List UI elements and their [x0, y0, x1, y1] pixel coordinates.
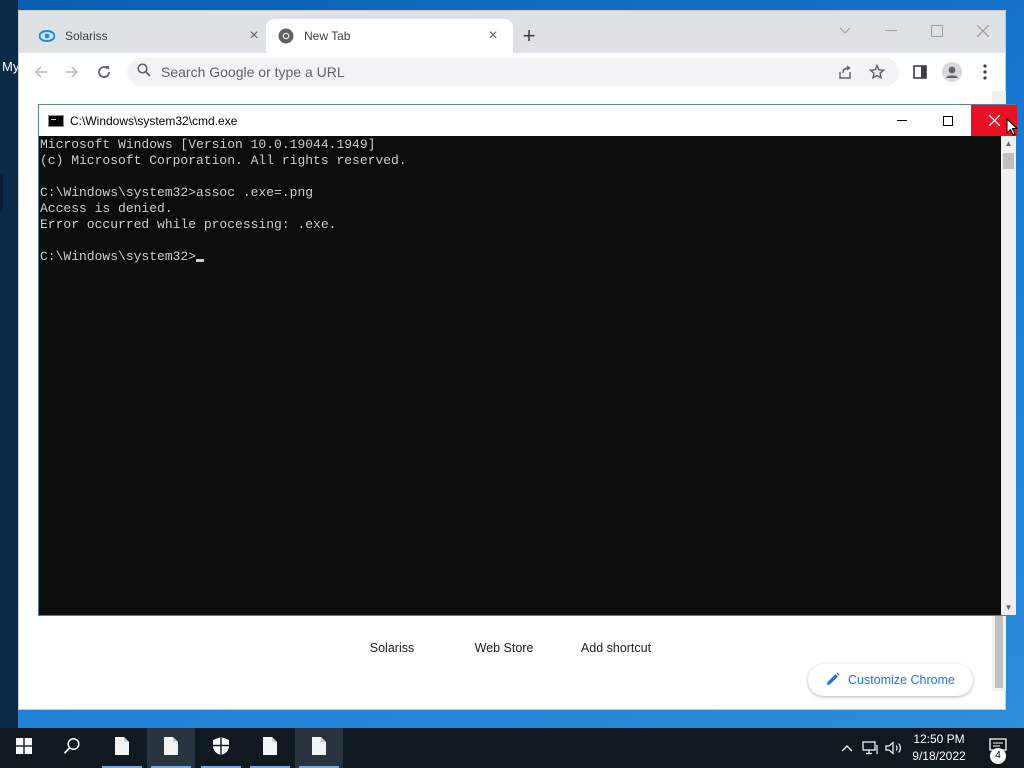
console-line: ​ [40, 233, 1001, 249]
console-prompt-line[interactable]: C:\Windows\system32> [40, 249, 1001, 265]
cmd-maximize-button[interactable] [925, 105, 971, 136]
forward-arrow-icon[interactable] [60, 60, 84, 84]
solariss-logo-icon [39, 28, 55, 44]
omnibox [127, 58, 899, 86]
taskbar-windows-security[interactable] [197, 728, 245, 768]
share-icon[interactable] [835, 62, 855, 82]
mouse-pointer-icon [1006, 117, 1019, 141]
taskbar-app-5[interactable] [295, 728, 343, 768]
taskbar-app-2[interactable] [147, 728, 195, 768]
back-arrow-icon[interactable] [29, 60, 53, 84]
tab-title: New Tab [304, 29, 351, 43]
windows-logo-icon [16, 737, 32, 759]
shortcut-add[interactable]: Add shortcut [571, 641, 661, 655]
document-icon [114, 736, 130, 761]
close-tab-icon[interactable]: × [246, 28, 262, 44]
document-icon [262, 736, 278, 761]
console-line: Access is denied. [40, 201, 173, 216]
bookmark-star-icon[interactable] [867, 62, 887, 82]
maximize-icon[interactable] [923, 17, 951, 45]
profile-avatar-icon[interactable] [940, 60, 964, 84]
console-line: Microsoft Windows [Version 10.0.19044.19… [40, 137, 376, 152]
tab-solariss[interactable]: Solariss × [27, 19, 274, 53]
desktop-selection-indicator [0, 174, 3, 212]
close-tab-icon[interactable]: × [485, 28, 501, 44]
clock-time: 12:50 PM [913, 732, 965, 746]
document-icon [311, 736, 327, 761]
taskbar-app-4[interactable] [246, 728, 294, 768]
taskbar-app-1[interactable] [98, 728, 146, 768]
console-line: (c) Microsoft Corporation. All rights re… [40, 153, 407, 168]
cmd-scrollbar[interactable] [1001, 136, 1016, 615]
cmd-window-title: C:\Windows\system32\cmd.exe [70, 113, 238, 128]
new-tab-button[interactable]: + [517, 25, 541, 49]
pencil-icon [826, 671, 840, 689]
close-window-icon[interactable] [969, 17, 997, 45]
tab-strip: Solariss × New Tab × + [19, 11, 1005, 53]
notification-count-badge: 4 [990, 748, 1006, 764]
text-cursor [196, 259, 205, 262]
tab-new-tab[interactable]: New Tab × [266, 19, 513, 53]
omnibox-input[interactable] [161, 64, 835, 80]
console-line: ​ [40, 169, 1001, 185]
shortcut-web-store[interactable]: Web Store [469, 641, 539, 655]
console-line: C:\Windows\system32>assoc .exe=.png [40, 185, 314, 200]
search-icon [137, 62, 151, 82]
chrome-logo-icon [278, 28, 294, 44]
document-icon [163, 736, 179, 761]
customize-chrome-label: Customize Chrome [848, 673, 955, 687]
minimize-icon[interactable] [877, 17, 905, 45]
shortcut-solariss[interactable]: Solariss [357, 641, 427, 655]
desktop-icon-label[interactable]: My [2, 59, 19, 74]
taskbar: 12:50 PM 9/18/2022 4 [0, 728, 1024, 768]
tab-title: Solariss [65, 29, 108, 43]
tab-search-icon[interactable] [831, 17, 859, 45]
scroll-down-arrow-icon[interactable]: ▼ [1001, 600, 1016, 615]
shield-icon [212, 736, 230, 761]
reload-icon[interactable] [92, 60, 116, 84]
network-icon[interactable] [860, 728, 882, 768]
side-panel-icon[interactable] [908, 60, 932, 84]
customize-chrome-button[interactable]: Customize Chrome [808, 664, 973, 696]
page-scrollbar-thumb[interactable] [995, 616, 1003, 688]
cmd-minimize-button[interactable] [879, 105, 925, 136]
more-menu-icon[interactable] [973, 60, 997, 84]
console-prompt: C:\Windows\system32> [40, 249, 197, 264]
start-button[interactable] [0, 728, 48, 768]
search-button[interactable] [48, 728, 96, 768]
console-line: Error occurred while processing: .exe. [40, 217, 337, 232]
system-clock[interactable]: 12:50 PM 9/18/2022 [904, 731, 974, 765]
cmd-scrollbar-thumb[interactable] [1003, 153, 1014, 169]
cmd-window: C:\Windows\system32\cmd.exe Microsoft Wi… [38, 104, 1017, 616]
cmd-console-output[interactable]: Microsoft Windows [Version 10.0.19044.19… [39, 136, 1001, 615]
browser-toolbar [19, 53, 1005, 91]
volume-icon[interactable] [883, 728, 905, 768]
cmd-app-icon [48, 114, 64, 127]
desktop-background [0, 0, 18, 728]
clock-date: 9/18/2022 [912, 749, 966, 763]
cmd-title-bar[interactable]: C:\Windows\system32\cmd.exe [39, 105, 1017, 136]
show-hidden-icons-chevron-up-icon[interactable] [836, 728, 858, 768]
search-icon [63, 737, 81, 760]
